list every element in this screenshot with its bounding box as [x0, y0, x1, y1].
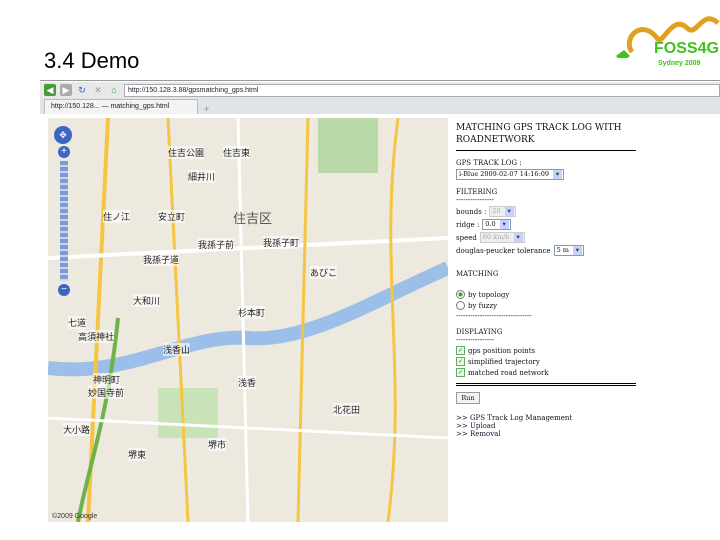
checkbox-label: gps position points [468, 346, 536, 355]
park [158, 388, 218, 438]
road [296, 118, 310, 522]
road [48, 236, 448, 260]
map-label: 細井川 [188, 170, 216, 183]
checkbox-label: matched road network [468, 368, 549, 377]
stop-icon[interactable]: ✕ [92, 84, 104, 96]
logo-subtitle: Sydney 2009 [658, 60, 701, 67]
map-label: 住ノ江 [103, 210, 131, 223]
new-tab-button[interactable]: + [204, 104, 209, 114]
map-label: 七道 [68, 316, 87, 329]
radio-topology[interactable] [456, 290, 465, 299]
upload-link[interactable]: >> Upload [456, 422, 495, 430]
tolerance-select[interactable]: 5 m [553, 245, 584, 256]
map-label: 住吉区 [233, 211, 273, 226]
home-icon[interactable]: ⌂ [108, 84, 120, 96]
management-heading: >> GPS Track Log Management [456, 414, 573, 422]
map-label: 堺東 [128, 448, 147, 461]
map-label: 我孫子前 [198, 238, 235, 251]
map-copyright: ©2009 Google [52, 513, 98, 520]
displaying-heading: DISPLAYING [456, 328, 503, 336]
map-label: 妙国寺前 [88, 386, 125, 399]
panel-title: MATCHING GPS TRACK LOG WITH ROADNETWORK [456, 123, 622, 145]
removal-link[interactable]: >> Removal [456, 430, 501, 438]
map-zoom-control: ✥ + − [54, 126, 74, 298]
radio-fuzzy-label: by fuzzy [468, 301, 498, 310]
road [48, 416, 448, 440]
tolerance-label: douglas-peucker tolerance [456, 246, 551, 255]
bounds-select[interactable]: 20 [489, 206, 516, 217]
road [236, 118, 250, 522]
dashes: ---------------- [456, 196, 494, 204]
run-button[interactable]: Run [456, 392, 480, 404]
radio-topology-label: by topology [468, 290, 510, 299]
map-label: 我孫子道 [143, 253, 180, 266]
checkbox-simplified[interactable]: ✓ [456, 357, 465, 366]
map-roads [48, 118, 448, 522]
browser-window: ◀ ▶ ↻ ✕ ⌂ http://150.128.3.88/gpsmatchin… [40, 82, 720, 525]
park [318, 118, 378, 173]
checkbox-gps-points[interactable]: ✓ [456, 346, 465, 355]
title-divider [40, 80, 720, 81]
reload-icon[interactable]: ↻ [76, 84, 88, 96]
map-label: 杉本町 [238, 306, 266, 319]
map-label: 安立町 [158, 210, 186, 223]
back-icon[interactable]: ◀ [44, 84, 56, 96]
ridge-label: ridge : [456, 220, 480, 229]
map-label: 住吉東 [223, 146, 251, 159]
forward-icon[interactable]: ▶ [60, 84, 72, 96]
road [386, 118, 400, 522]
url-input[interactable]: http://150.128.3.88/gpsmatching_gps.html [124, 83, 720, 97]
speed-label: speed [456, 233, 477, 242]
zoom-out-button[interactable]: − [58, 284, 70, 296]
matching-heading: MATCHING [456, 270, 499, 278]
map-label: 我孫子町 [263, 236, 300, 249]
control-panel: MATCHING GPS TRACK LOG WITH ROADNETWORK … [456, 122, 636, 438]
checkbox-label: simplified trajectory [468, 357, 540, 366]
map-label: 浅香山 [163, 343, 191, 356]
bounds-label: bounds : [456, 207, 487, 216]
map-label: あびこ [310, 266, 338, 279]
map-label: 大小路 [63, 423, 91, 436]
checkbox-matched[interactable]: ✓ [456, 368, 465, 377]
road [166, 118, 190, 522]
map-label: 神明町 [93, 373, 121, 386]
zoom-slider[interactable] [60, 161, 68, 281]
foss4g-logo: FOSS4G Sydney 2009 [612, 8, 720, 76]
radio-fuzzy[interactable] [456, 301, 465, 310]
divider [456, 150, 636, 151]
speed-select[interactable]: 60 km/h [479, 232, 525, 243]
pan-control-icon[interactable]: ✥ [54, 126, 72, 144]
map-label: 大和川 [133, 294, 161, 307]
filtering-heading: FILTERING [456, 188, 498, 196]
map-label: 堺市 [208, 438, 227, 451]
tab-active[interactable]: http://150.128... — matching_gps.html [44, 99, 198, 114]
map-label: 高須神社 [78, 330, 115, 343]
ridge-select[interactable]: 0.0 [482, 219, 511, 230]
tab-bar: http://150.128... — matching_gps.html + [40, 98, 720, 114]
gps-label: GPS TRACK LOG : [456, 159, 522, 167]
slide-title: 3.4 Demo [44, 48, 140, 73]
divider [456, 383, 636, 386]
browser-toolbar: ◀ ▶ ↻ ✕ ⌂ http://150.128.3.88/gpsmatchin… [40, 82, 720, 98]
logo-text: FOSS4G [654, 40, 719, 57]
dashes: ---------------- [456, 336, 494, 344]
dashes: -------------------------------- [456, 312, 532, 320]
map-view[interactable]: 住吉公園 住吉東 細井川 安立町 住ノ江 住吉区 我孫子前 我孫子道 我孫子町 … [48, 118, 448, 522]
gps-track-select[interactable]: i-Blue 2009-02-07 14:16:09 [456, 169, 564, 180]
map-label: 浅香 [238, 376, 257, 389]
map-label: 住吉公園 [168, 146, 205, 159]
map-label: 北花田 [333, 403, 361, 416]
zoom-in-button[interactable]: + [58, 146, 70, 158]
